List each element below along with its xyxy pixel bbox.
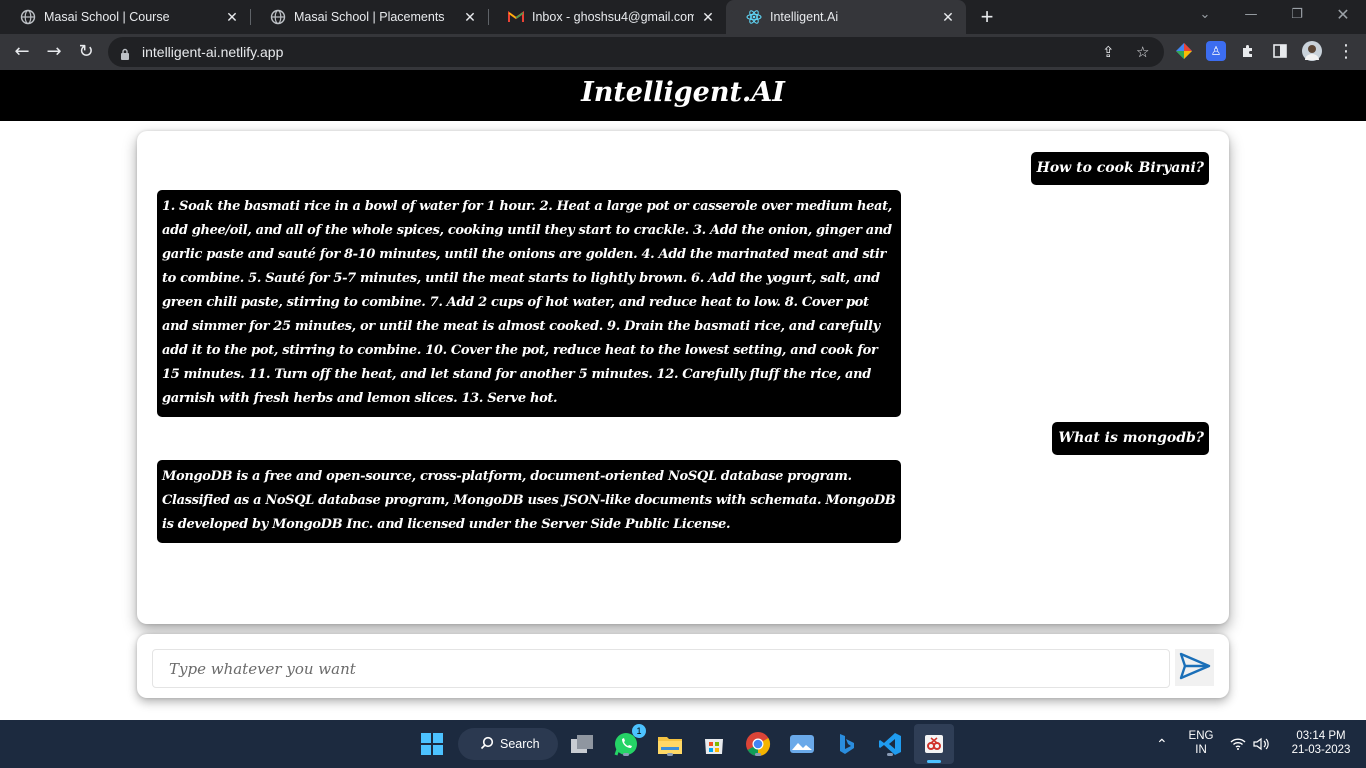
reload-button[interactable]: ↻ — [74, 40, 98, 64]
restore-button[interactable]: ❐ — [1274, 0, 1320, 34]
taskbar: Search 1 ⌃ ENG IN 03:14 PM 21-03-2023 — [0, 720, 1366, 768]
tab-title: Inbox - ghoshsu4@gmail.com - G — [532, 10, 694, 24]
minimize-button[interactable]: — — [1228, 0, 1274, 34]
search-icon — [480, 736, 494, 753]
share-icon[interactable]: ⇪ — [1102, 43, 1115, 61]
tab-title: Masai School | Placements — [294, 10, 445, 24]
profile-extension-icon[interactable]: ♙ — [1206, 41, 1226, 61]
search-label: Search — [500, 737, 540, 751]
date-label: 21-03-2023 — [1291, 744, 1351, 756]
running-indicator — [667, 753, 673, 756]
page-content: Intelligent.AI How to cook Biryani? 1. S… — [0, 70, 1366, 720]
taskbar-search[interactable]: Search — [458, 728, 558, 760]
extensions-puzzle-icon[interactable] — [1238, 41, 1258, 61]
tab-search-icon[interactable]: ⌄ — [1182, 0, 1228, 34]
whatsapp-icon[interactable]: 1 — [610, 724, 646, 760]
bot-message: 1. Soak the basmati rice in a bowl of wa… — [157, 190, 901, 417]
close-tab-icon[interactable]: ✕ — [224, 9, 240, 26]
volume-icon[interactable] — [1251, 728, 1271, 760]
close-window-button[interactable]: ✕ — [1320, 0, 1366, 34]
chrome-icon[interactable] — [742, 728, 774, 760]
browser-tab-strip: Masai School | Course ✕ Masai School | P… — [0, 0, 1366, 34]
lock-icon — [120, 45, 130, 60]
back-button[interactable]: ← — [10, 40, 34, 64]
close-tab-icon[interactable]: ✕ — [462, 9, 478, 26]
tab-gmail-inbox[interactable]: Inbox - ghoshsu4@gmail.com - G ✕ — [488, 0, 726, 34]
tab-title: Masai School | Course — [44, 10, 170, 24]
gmail-icon — [508, 9, 524, 25]
snipping-tool-icon[interactable] — [914, 724, 954, 764]
bookmark-star-icon[interactable]: ☆ — [1136, 43, 1149, 61]
vscode-icon[interactable] — [874, 728, 906, 760]
globe-icon — [270, 9, 286, 25]
tab-masai-course[interactable]: Masai School | Course ✕ — [0, 0, 250, 34]
side-panel-icon[interactable] — [1270, 41, 1290, 61]
region-label: IN — [1195, 744, 1207, 756]
photos-app-icon[interactable] — [786, 728, 818, 760]
message-composer — [137, 634, 1229, 698]
running-indicator — [755, 753, 761, 756]
user-message: What is mongodb? — [1052, 422, 1209, 455]
file-explorer-icon[interactable] — [654, 728, 686, 760]
time-label: 03:14 PM — [1296, 730, 1346, 742]
running-indicator — [887, 753, 893, 756]
browser-toolbar: ← → ↻ intelligent-ai.netlify.app ⇪ ☆ ♙ ⋮ — [0, 34, 1366, 70]
chevron-up-icon[interactable]: ⌃ — [1156, 736, 1168, 753]
running-indicator — [623, 753, 629, 756]
url-text: intelligent-ai.netlify.app — [142, 44, 284, 60]
globe-icon — [20, 9, 36, 25]
page-title: Intelligent.AI — [0, 70, 1366, 121]
active-indicator — [927, 760, 941, 763]
message-input[interactable] — [152, 649, 1170, 688]
avatar[interactable] — [1302, 41, 1322, 61]
windows-start-icon[interactable] — [416, 728, 448, 760]
send-button[interactable] — [1175, 649, 1214, 686]
task-view-icon[interactable] — [566, 728, 598, 760]
bing-icon[interactable] — [830, 728, 862, 760]
send-icon — [1179, 652, 1211, 684]
react-icon — [746, 9, 762, 25]
colorful-extension-icon[interactable] — [1174, 41, 1194, 61]
chat-window: How to cook Biryani? 1. Soak the basmati… — [137, 131, 1229, 624]
menu-kebab-icon[interactable]: ⋮ — [1334, 40, 1358, 64]
tab-intelligent-ai[interactable]: Intelligent.Ai ✕ — [726, 0, 966, 34]
wifi-icon[interactable] — [1228, 728, 1248, 760]
new-tab-button[interactable]: + — [976, 4, 998, 30]
tab-masai-placements[interactable]: Masai School | Placements ✕ — [250, 0, 488, 34]
clock[interactable]: 03:14 PM 21-03-2023 — [1280, 730, 1362, 756]
forward-button[interactable]: → — [42, 40, 66, 64]
bot-message: MongoDB is a free and open-source, cross… — [157, 460, 901, 543]
language-label: ENG — [1188, 730, 1214, 742]
user-message: How to cook Biryani? — [1030, 152, 1209, 185]
tab-title: Intelligent.Ai — [770, 10, 839, 24]
language-indicator[interactable]: ENG IN — [1184, 730, 1218, 756]
address-bar[interactable]: intelligent-ai.netlify.app ⇪ ☆ — [108, 37, 1164, 67]
close-tab-icon[interactable]: ✕ — [700, 9, 716, 26]
close-tab-icon[interactable]: ✕ — [940, 9, 956, 26]
notification-badge: 1 — [632, 724, 646, 738]
microsoft-store-icon[interactable] — [698, 728, 730, 760]
